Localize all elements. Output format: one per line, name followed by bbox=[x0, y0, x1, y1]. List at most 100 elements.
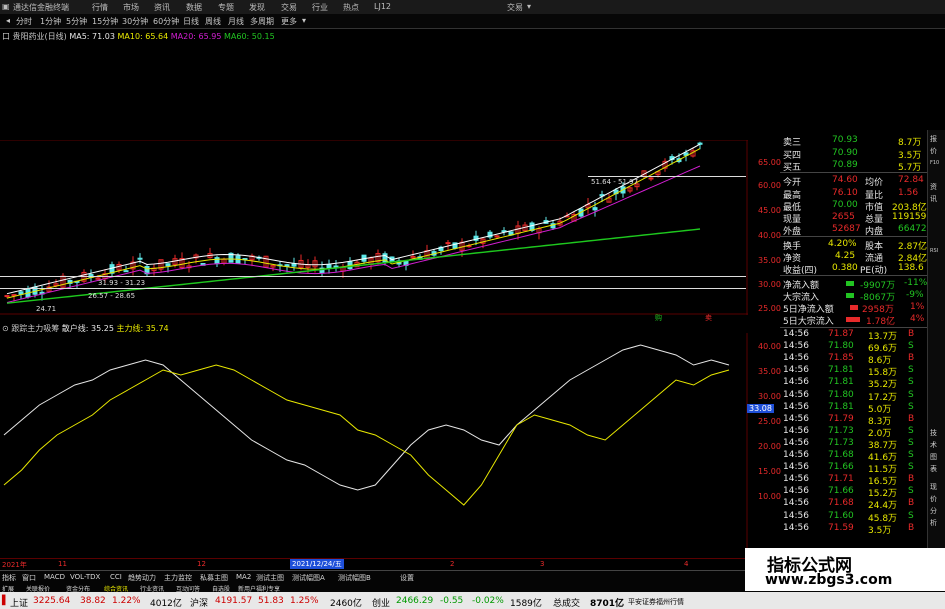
cy-index-value: 2466.29 bbox=[396, 596, 434, 606]
sidebar-item-rsi[interactable]: RSI bbox=[930, 248, 938, 254]
sidebar-item-xi[interactable]: 析 bbox=[930, 518, 937, 528]
tab-shezhi[interactable]: 设置 bbox=[400, 573, 414, 583]
period-tab-fenshi[interactable]: 分时 bbox=[16, 16, 32, 27]
period-tab-15min[interactable]: 15分钟 bbox=[92, 16, 118, 27]
tab-vol-tdx[interactable]: VOL-TDX bbox=[70, 573, 100, 581]
total-turnover-value: 8701亿 bbox=[590, 599, 625, 609]
quote-value: 4.20% bbox=[828, 239, 857, 249]
menu-item-hangye[interactable]: 行业 bbox=[312, 2, 328, 13]
low-price-annotation: 24.71 bbox=[36, 305, 57, 313]
tick-side: B bbox=[908, 498, 915, 509]
period-tab-5min[interactable]: 5分钟 bbox=[66, 16, 87, 27]
tick-side: S bbox=[908, 341, 914, 352]
indicator-axis-label: 15.00 bbox=[758, 467, 781, 476]
tick-price: 71.79 bbox=[828, 413, 854, 424]
sidebar-item-bao[interactable]: 报 bbox=[930, 134, 937, 144]
menu-item-zixun[interactable]: 资讯 bbox=[154, 2, 170, 13]
tab-ceshi-zhutu[interactable]: 测试主图 bbox=[256, 573, 284, 583]
menu-item-shichang[interactable]: 市场 bbox=[123, 2, 139, 13]
tick-price: 71.80 bbox=[828, 389, 854, 400]
time-axis-label: 3 bbox=[540, 560, 545, 568]
indicator-settings-icon[interactable]: ⊙ bbox=[2, 324, 9, 333]
quote-label: 卖三 bbox=[783, 138, 802, 148]
tick-price: 71.85 bbox=[828, 353, 854, 364]
period-tab-monthly[interactable]: 月线 bbox=[228, 16, 244, 27]
toolbar-arrow-icon[interactable]: ◂ bbox=[6, 16, 10, 25]
hs-index-amount: 2460亿 bbox=[330, 599, 362, 609]
tick-side: S bbox=[908, 365, 914, 376]
menu-item-shuju[interactable]: 数据 bbox=[186, 2, 202, 13]
indicator-chart[interactable] bbox=[0, 333, 748, 555]
period-tab-60min[interactable]: 60分钟 bbox=[153, 16, 179, 27]
hs-index-label[interactable]: 沪深 bbox=[190, 596, 208, 609]
period-tab-1min[interactable]: 1分钟 bbox=[40, 16, 61, 27]
sidebar-item-tu[interactable]: 图 bbox=[930, 452, 937, 462]
sh-index-pct: 1.22% bbox=[112, 596, 141, 606]
tick-price: 71.66 bbox=[828, 486, 854, 497]
sidebar-item-ji[interactable]: 技 bbox=[930, 428, 937, 438]
menu-item-jiaoyi[interactable]: 交易 bbox=[281, 2, 297, 13]
menu-item-faxian[interactable]: 发现 bbox=[249, 2, 265, 13]
tick-volume: 69.6万 bbox=[868, 344, 898, 355]
tick-time: 14:56 bbox=[783, 353, 809, 364]
sidebar-item-zi[interactable]: 资 bbox=[930, 182, 937, 192]
quote-value: 70.89 bbox=[832, 160, 858, 170]
price-axis-label: 40.00 bbox=[758, 231, 781, 240]
sidebar-item-shu[interactable]: 术 bbox=[930, 440, 937, 450]
sidebar-item-jia[interactable]: 价 bbox=[930, 146, 937, 156]
tab-ceshi-futu-a[interactable]: 测试幅图A bbox=[292, 573, 325, 583]
tab-macd[interactable]: MACD bbox=[44, 573, 65, 581]
tick-time: 14:56 bbox=[783, 413, 809, 424]
sidebar-item-fen[interactable]: 分 bbox=[930, 506, 937, 516]
tick-volume: 13.7万 bbox=[868, 332, 898, 342]
menu-item-redian[interactable]: 热点 bbox=[343, 2, 359, 13]
tab-qushi-dongli[interactable]: 趋势动力 bbox=[128, 573, 156, 583]
sidebar-item-xun[interactable]: 讯 bbox=[930, 194, 937, 204]
tab-zhuli-jiankong[interactable]: 主力监控 bbox=[164, 573, 192, 583]
flow-bar bbox=[846, 281, 854, 286]
tick-price: 71.60 bbox=[828, 510, 854, 521]
tab-simu-zhutu[interactable]: 私募主图 bbox=[200, 573, 228, 583]
tick-time: 14:56 bbox=[783, 437, 809, 448]
tab-cci[interactable]: CCI bbox=[110, 573, 122, 581]
tab-ma2[interactable]: MA2 bbox=[236, 573, 251, 581]
period-tab-multi[interactable]: 多周期 bbox=[250, 16, 274, 27]
candle-body bbox=[445, 242, 451, 245]
cy-index-label[interactable]: 创业 bbox=[372, 596, 390, 609]
sh-index-label[interactable]: 上证 bbox=[10, 596, 28, 609]
tab-ceshi-futu-b[interactable]: 测试幅图B bbox=[338, 573, 371, 583]
tick-time: 14:56 bbox=[783, 341, 809, 352]
indicator-axis-label: 35.00 bbox=[758, 367, 781, 376]
indicator-axis-label: 10.00 bbox=[758, 492, 781, 501]
chevron-down-icon[interactable]: ▾ bbox=[527, 2, 531, 11]
period-tab-more[interactable]: 更多 bbox=[281, 16, 297, 27]
time-axis-label: 2021年 bbox=[2, 561, 27, 569]
tick-volume: 5.0万 bbox=[868, 404, 892, 415]
tick-row: 14:56 71.59 3.5万 B bbox=[780, 523, 928, 536]
menu-item-zhuanti[interactable]: 专题 bbox=[218, 2, 234, 13]
tick-time: 14:56 bbox=[783, 329, 809, 339]
sidebar-item-f10[interactable]: F10 bbox=[930, 160, 939, 166]
menu-item-hangqing[interactable]: 行情 bbox=[92, 2, 108, 13]
range-annotation: 26.57 - 28.65 bbox=[88, 292, 136, 300]
period-tab-daily[interactable]: 日线 bbox=[183, 16, 199, 27]
quote-value: 4.25 bbox=[835, 251, 856, 261]
indicator-name: 跟踪主力吸筹 bbox=[11, 324, 60, 333]
period-tab-30min[interactable]: 30分钟 bbox=[122, 16, 148, 27]
chevron-down-icon[interactable]: ▾ bbox=[302, 16, 306, 25]
tick-volume: 41.6万 bbox=[868, 453, 898, 463]
sidebar-item-biao[interactable]: 表 bbox=[930, 464, 937, 474]
tab-chuangkou[interactable]: 窗口 bbox=[22, 573, 36, 583]
cy-index-change: -0.55 bbox=[440, 596, 464, 606]
sidebar-item-xian[interactable]: 现 bbox=[930, 482, 937, 492]
tab-zhibiao[interactable]: 指标 bbox=[2, 573, 16, 583]
sh-index-value: 3225.64 bbox=[33, 596, 71, 606]
menu-item-lj12[interactable]: LJ12 bbox=[374, 2, 391, 11]
price-axis-label: 35.00 bbox=[758, 256, 781, 265]
candle-body bbox=[11, 294, 17, 297]
trade-button[interactable]: 交易 bbox=[507, 2, 523, 13]
sidebar-item-jia2[interactable]: 价 bbox=[930, 494, 937, 504]
flow-pct: -9% bbox=[906, 290, 924, 300]
quote-value: 52687 bbox=[832, 224, 861, 234]
period-tab-weekly[interactable]: 周线 bbox=[205, 16, 221, 27]
